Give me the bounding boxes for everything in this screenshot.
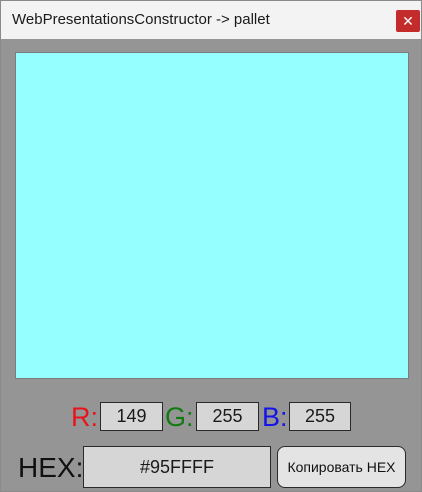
blue-value-field[interactable]: 255: [289, 402, 351, 431]
close-icon: ✕: [402, 13, 414, 29]
hex-value-field[interactable]: #95FFFF: [83, 446, 271, 488]
color-preview: [15, 52, 409, 379]
title-bar[interactable]: WebPresentationsConstructor -> pallet ✕: [1, 1, 421, 39]
red-label: R:: [71, 402, 98, 432]
hex-label: HEX:: [18, 452, 84, 483]
window-title: WebPresentationsConstructor -> pallet: [12, 11, 270, 28]
green-value-field[interactable]: 255: [196, 402, 259, 431]
blue-label: B:: [262, 402, 288, 432]
green-label: G:: [165, 402, 194, 432]
pallet-window: WebPresentationsConstructor -> pallet ✕ …: [0, 0, 422, 492]
close-button[interactable]: ✕: [396, 10, 420, 32]
red-value-field[interactable]: 149: [100, 402, 163, 431]
copy-hex-button[interactable]: Копировать HEX: [277, 446, 406, 488]
